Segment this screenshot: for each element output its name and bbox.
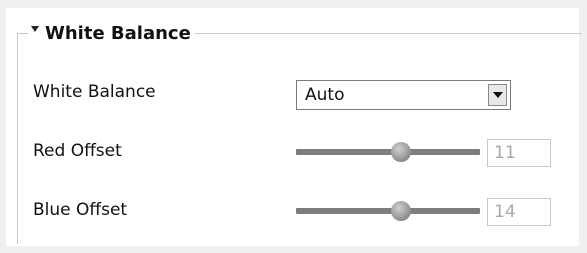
red-offset-value[interactable]: 11 (487, 139, 551, 167)
red-offset-slider[interactable] (296, 142, 480, 162)
triangle-down-icon[interactable] (31, 26, 39, 32)
blue-offset-track[interactable] (296, 208, 480, 214)
blue-offset-thumb[interactable] (390, 201, 411, 221)
blue-offset-slider[interactable] (296, 201, 480, 221)
white-balance-label: White Balance (33, 82, 156, 102)
blue-offset-label: Blue Offset (33, 200, 128, 220)
red-offset-thumb[interactable] (390, 142, 411, 162)
chevron-down-icon (492, 92, 503, 98)
dropdown-button[interactable] (488, 84, 507, 106)
white-balance-value: Auto (305, 85, 345, 105)
red-offset-label: Red Offset (33, 141, 122, 161)
red-offset-track[interactable] (296, 149, 480, 155)
white-balance-select[interactable]: Auto (296, 80, 511, 110)
white-balance-panel: White Balance White Balance Auto Red Off… (0, 0, 587, 253)
section-title: White Balance (45, 22, 191, 44)
blue-offset-value[interactable]: 14 (487, 198, 551, 226)
section-header[interactable]: White Balance (28, 20, 195, 46)
